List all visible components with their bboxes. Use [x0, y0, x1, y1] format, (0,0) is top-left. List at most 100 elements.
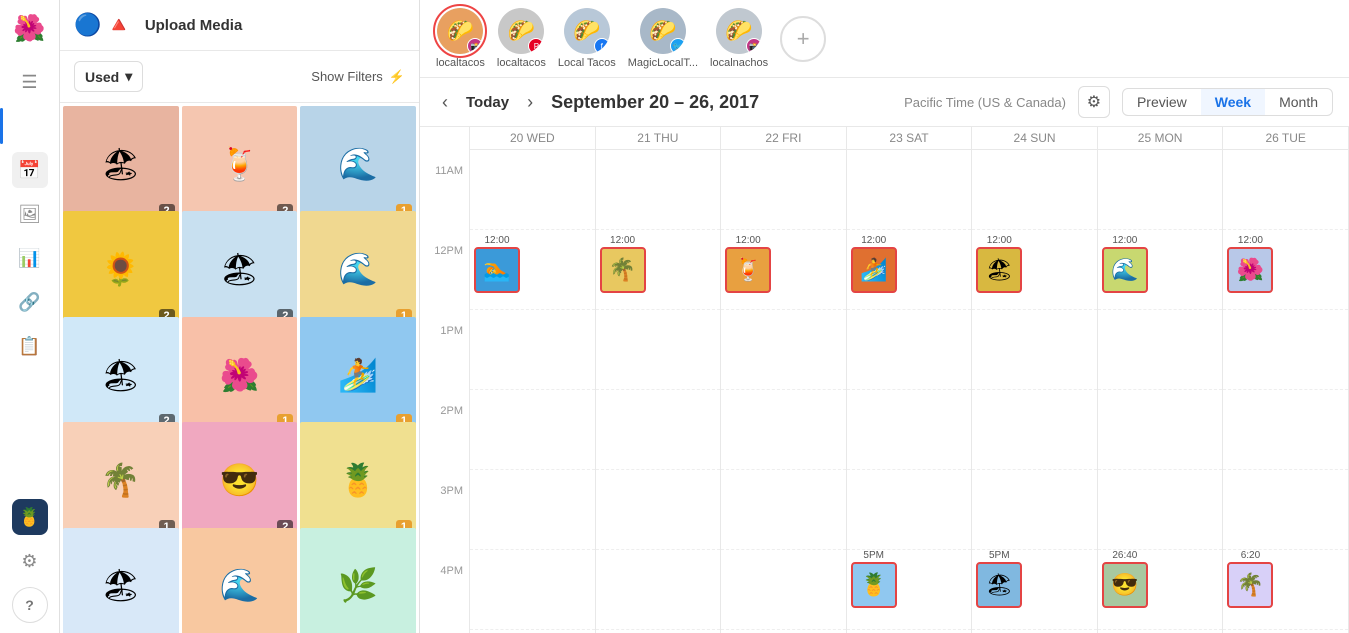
account-localnachos-insta[interactable]: 🌮 📸 localnachos: [710, 8, 768, 69]
account-name: localnachos: [710, 57, 768, 69]
gdrive-icon: 🔺: [105, 12, 132, 38]
dropbox-icon: 🔵: [74, 12, 101, 38]
account-avatar: 🌮 📸: [437, 8, 483, 54]
hour-line: [721, 470, 846, 550]
account-local-tacos-fb[interactable]: 🌮 f Local Tacos: [558, 8, 616, 69]
account-magiclocal-tw[interactable]: 🌮 🐦 MagicLocalT...: [628, 8, 698, 69]
today-label: Today: [466, 94, 509, 111]
calendar-event[interactable]: 12:00🏄: [851, 235, 897, 293]
sidebar-item-calendar[interactable]: 📅: [12, 152, 48, 188]
media-thumbnail[interactable]: 🌊 1: [300, 106, 416, 222]
sidebar-item-help[interactable]: ?: [12, 587, 48, 623]
calendar-event[interactable]: 12:00🌊: [1102, 235, 1148, 293]
accounts-row: 🌮 📸 localtacos 🌮 P localtacos 🌮 f Local …: [420, 0, 1349, 78]
calendar-event[interactable]: 12:00🌴: [600, 235, 646, 293]
hour-line: [721, 390, 846, 470]
media-thumbnail[interactable]: 🏄 1: [300, 317, 416, 433]
calendar-event[interactable]: 5PM🏖: [976, 550, 1022, 608]
calendar-grid: 11AM12PM1PM2PM3PM4PM5PM6PM7PM8PM 20 WED1…: [420, 127, 1349, 633]
show-filters-button[interactable]: Show Filters ⚡: [311, 69, 405, 85]
sidebar-item-media[interactable]: 🖼: [12, 196, 48, 232]
media-thumbnail[interactable]: 🏖 2: [182, 211, 298, 327]
time-slot: 4PM: [420, 563, 469, 633]
event-time: 12:00: [1238, 235, 1263, 246]
day-header: 24 SUN: [972, 127, 1097, 150]
day-col-body: 12:00🏖 5PM🏖: [972, 150, 1097, 633]
sidebar-item-analytics[interactable]: 📊: [12, 240, 48, 276]
hour-line: [470, 310, 595, 390]
account-name: localtacos: [436, 57, 485, 69]
media-thumbnail[interactable]: 🌴 1: [63, 422, 179, 538]
media-thumbnail[interactable]: 🏖 2: [63, 106, 179, 222]
time-slot: 2PM: [420, 403, 469, 483]
media-thumbnail[interactable]: 🌊 1: [300, 211, 416, 327]
calendar-event[interactable]: 12:00🌺: [1227, 235, 1273, 293]
hour-line: [1098, 390, 1223, 470]
media-thumbnail[interactable]: 🏖 2: [63, 317, 179, 433]
media-thumbnail[interactable]: 🌺 1: [182, 317, 298, 433]
social-badge-insta: 📸: [467, 38, 483, 54]
calendar-event[interactable]: 12:00🏊: [474, 235, 520, 293]
add-account-button[interactable]: +: [780, 16, 826, 62]
sidebar-item-current-app[interactable]: 🍍: [12, 499, 48, 535]
hour-line: [972, 150, 1097, 230]
event-image: 🌊: [1102, 247, 1148, 293]
timezone-label: Pacific Time (US & Canada): [904, 95, 1066, 110]
day-column-mon: 25 MON12:00🌊26:40😎26:40🍹: [1098, 127, 1224, 633]
account-localtacos-insta[interactable]: 🌮 📸 localtacos: [436, 8, 485, 69]
day-columns: 20 WED12:00🏊6:15🌺21 THU12:00🌴6PM🏄22 FRI1…: [470, 127, 1349, 633]
sidebar-item-settings[interactable]: ⚙: [12, 543, 48, 579]
sidebar-item-reports[interactable]: 📋: [12, 328, 48, 364]
calendar-event[interactable]: 12:00🍹: [725, 235, 771, 293]
day-column-sun: 24 SUN 12:00🏖 5PM🏖: [972, 127, 1098, 633]
media-thumbnail[interactable]: 🌊: [182, 528, 298, 633]
day-col-body: 12:00🏄5PM🍍6:20🏖: [847, 150, 972, 633]
day-header: 21 THU: [596, 127, 721, 150]
media-panel-header: 🔵 🔺 Upload Media: [60, 0, 419, 51]
media-thumbnail[interactable]: 🍍 1: [300, 422, 416, 538]
day-col-body: 12:00🍹5:55🌊: [721, 150, 846, 633]
day-column-tue: 26 TUE12:00🌺6:20🌴: [1223, 127, 1349, 633]
calendar-event[interactable]: 5PM🍍: [851, 550, 897, 608]
hour-line: [847, 470, 972, 550]
sidebar-bottom: 🍍 ⚙ ?: [12, 499, 48, 623]
calendar-event[interactable]: 6:20🌴: [1227, 550, 1273, 608]
media-thumbnail[interactable]: 🌻 2: [63, 211, 179, 327]
media-thumbnail[interactable]: 🌿: [300, 528, 416, 633]
social-badge-facebook: f: [594, 38, 610, 54]
month-view-button[interactable]: Month: [1265, 89, 1332, 115]
calendar-settings-button[interactable]: ⚙: [1078, 86, 1110, 118]
hour-line: [596, 470, 721, 550]
prev-week-button[interactable]: ‹: [436, 90, 454, 115]
account-avatar: 🌮 📸: [716, 8, 762, 54]
media-thumbnail[interactable]: 🏖: [63, 528, 179, 633]
day-column-sat: 23 SAT12:00🏄5PM🍍6:20🏖: [847, 127, 973, 633]
hour-line: [721, 150, 846, 230]
hour-line: [1098, 310, 1223, 390]
event-time: 12:00: [484, 235, 509, 246]
day-col-body: 12:00🌊26:40😎26:40🍹: [1098, 150, 1223, 633]
hour-line: [1223, 150, 1348, 230]
chevron-down-icon: ▾: [125, 68, 132, 85]
week-view-button[interactable]: Week: [1201, 89, 1265, 115]
next-week-button[interactable]: ›: [521, 90, 539, 115]
preview-view-button[interactable]: Preview: [1123, 89, 1201, 115]
hour-line: [470, 150, 595, 230]
media-thumbnail[interactable]: 🍹 2: [182, 106, 298, 222]
calendar-event[interactable]: 26:40😎: [1102, 550, 1148, 608]
hour-line: [847, 150, 972, 230]
hour-line: [847, 310, 972, 390]
upload-media-button[interactable]: Upload Media: [145, 17, 243, 34]
event-time: 5PM: [989, 550, 1010, 561]
sidebar-item-campaigns[interactable]: 🔗: [12, 284, 48, 320]
account-localtacos-pint[interactable]: 🌮 P localtacos: [497, 8, 546, 69]
hamburger-icon[interactable]: ☰: [12, 64, 48, 100]
filter-dropdown[interactable]: Used ▾: [74, 61, 143, 92]
today-button[interactable]: Today: [466, 94, 509, 111]
calendar-event[interactable]: 12:00🏖: [976, 235, 1022, 293]
hour-line: [1223, 470, 1348, 550]
filter-label: Used: [85, 69, 119, 85]
media-thumbnail[interactable]: 😎 2: [182, 422, 298, 538]
social-badge-insta: 📸: [746, 38, 762, 54]
calendar-header: ‹ Today › September 20 – 26, 2017 Pacifi…: [420, 78, 1349, 127]
